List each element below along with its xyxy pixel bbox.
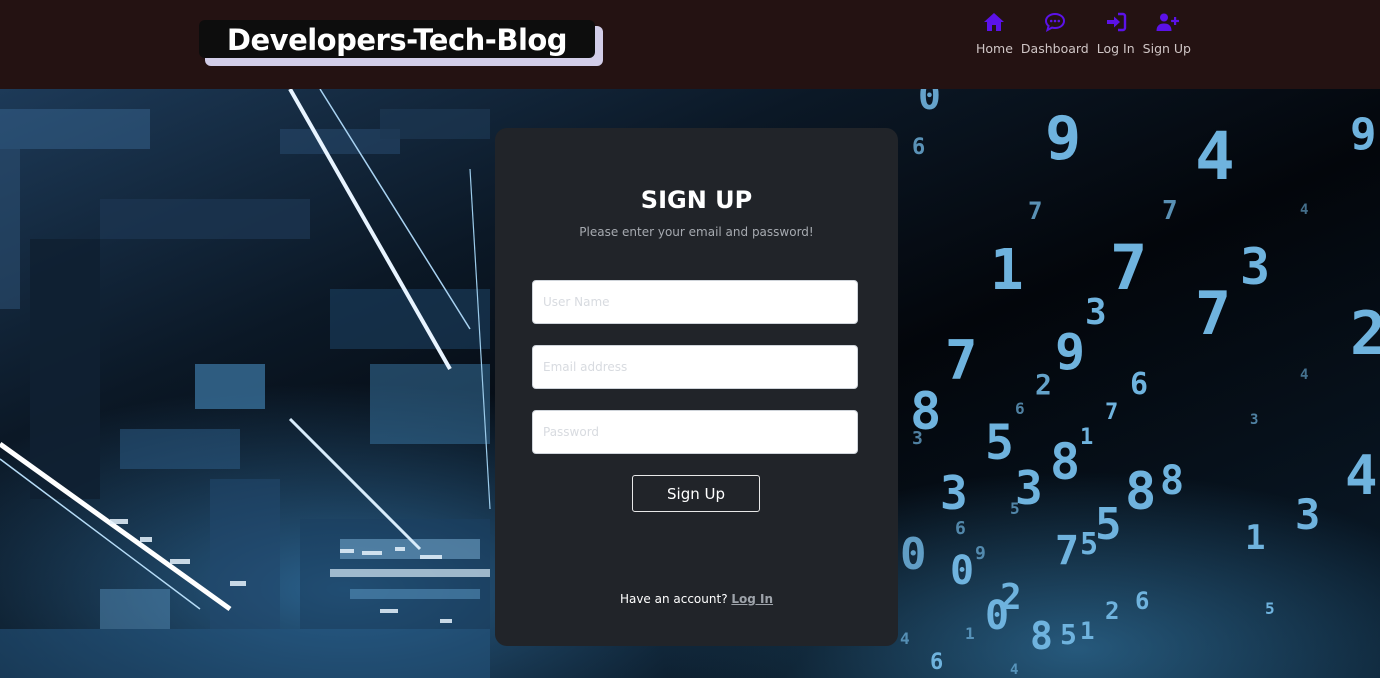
- login-link[interactable]: Log In: [731, 592, 773, 606]
- comment-dots-icon: [1044, 12, 1065, 32]
- svg-text:1: 1: [965, 624, 975, 643]
- nav-login[interactable]: Log In: [1097, 10, 1135, 70]
- svg-text:8: 8: [1160, 458, 1184, 504]
- svg-text:6: 6: [912, 135, 925, 160]
- svg-text:6: 6: [930, 650, 943, 675]
- nav-login-label: Log In: [1096, 41, 1135, 56]
- account-prompt-line: Have an account? Log In: [495, 592, 898, 606]
- signup-button[interactable]: Sign Up: [632, 475, 760, 512]
- svg-text:2: 2: [1105, 597, 1119, 625]
- signup-card: SIGN UP Please enter your email and pass…: [495, 128, 898, 646]
- svg-text:8: 8: [1030, 614, 1053, 658]
- brand-logo[interactable]: Developers-Tech-Blog: [199, 20, 604, 67]
- svg-text:1: 1: [990, 238, 1024, 303]
- svg-text:5: 5: [1265, 599, 1275, 618]
- svg-text:3: 3: [940, 466, 968, 520]
- svg-text:5: 5: [1080, 527, 1098, 562]
- email-input[interactable]: [532, 345, 858, 389]
- nav-dashboard-label: Dashboard: [1020, 41, 1089, 56]
- svg-text:4: 4: [1300, 367, 1308, 383]
- svg-text:3: 3: [1085, 292, 1107, 333]
- svg-text:4: 4: [1195, 118, 1235, 195]
- svg-text:0: 0: [950, 548, 974, 594]
- svg-text:3: 3: [912, 428, 923, 449]
- svg-text:7: 7: [1028, 197, 1042, 225]
- svg-text:7: 7: [1055, 528, 1079, 574]
- svg-text:3: 3: [1250, 412, 1258, 428]
- svg-text:9: 9: [1350, 109, 1377, 160]
- site-header: Developers-Tech-Blog Home Dashboard Log …: [0, 0, 1380, 89]
- svg-text:7: 7: [945, 329, 978, 392]
- svg-text:0: 0: [900, 529, 927, 580]
- svg-text:6: 6: [955, 518, 966, 539]
- password-input[interactable]: [532, 410, 858, 454]
- svg-text:5: 5: [985, 415, 1014, 471]
- svg-text:6: 6: [1130, 367, 1148, 402]
- nav-signup[interactable]: Sign Up: [1143, 10, 1191, 70]
- account-prompt: Have an account?: [619, 592, 728, 606]
- svg-text:7: 7: [1105, 400, 1118, 425]
- svg-text:8: 8: [1125, 462, 1156, 522]
- svg-text:4: 4: [900, 629, 910, 648]
- svg-text:9: 9: [1045, 104, 1081, 174]
- svg-text:7: 7: [1110, 231, 1147, 304]
- nav-signup-label: Sign Up: [1142, 41, 1191, 56]
- svg-text:6: 6: [1135, 587, 1149, 615]
- svg-text:1: 1: [1245, 518, 1265, 558]
- svg-text:9: 9: [975, 543, 986, 564]
- svg-text:9: 9: [1055, 323, 1085, 381]
- form-subtitle: Please enter your email and password!: [579, 225, 814, 239]
- svg-text:3: 3: [1295, 490, 1320, 539]
- nav-home[interactable]: Home: [976, 10, 1013, 70]
- username-input[interactable]: [532, 280, 858, 324]
- svg-text:6: 6: [1015, 399, 1025, 418]
- svg-text:5: 5: [1060, 618, 1077, 651]
- svg-text:3: 3: [1240, 238, 1270, 296]
- svg-text:4: 4: [1300, 202, 1308, 218]
- svg-text:2: 2: [1350, 299, 1380, 369]
- svg-text:5: 5: [1010, 499, 1020, 518]
- svg-text:1: 1: [1080, 425, 1093, 450]
- svg-text:8: 8: [1050, 433, 1080, 491]
- main-nav: Home Dashboard Log In Sign Up: [976, 10, 1199, 70]
- svg-text:1: 1: [1080, 617, 1094, 645]
- svg-text:2: 2: [1035, 368, 1052, 401]
- svg-text:4: 4: [1010, 662, 1018, 678]
- brand-title[interactable]: Developers-Tech-Blog: [199, 20, 595, 58]
- svg-text:7: 7: [1195, 279, 1231, 349]
- sign-in-icon: [1106, 12, 1126, 32]
- user-plus-icon: [1156, 13, 1179, 31]
- svg-text:7: 7: [1162, 196, 1178, 226]
- nav-home-label: Home: [976, 41, 1013, 56]
- home-icon: [984, 13, 1005, 31]
- svg-text:4: 4: [1345, 444, 1378, 507]
- form-title: SIGN UP: [640, 186, 753, 214]
- nav-dashboard[interactable]: Dashboard: [1021, 10, 1089, 70]
- svg-text:0: 0: [985, 593, 1009, 639]
- svg-text:5: 5: [1095, 499, 1122, 550]
- svg-text:0: 0: [918, 89, 941, 118]
